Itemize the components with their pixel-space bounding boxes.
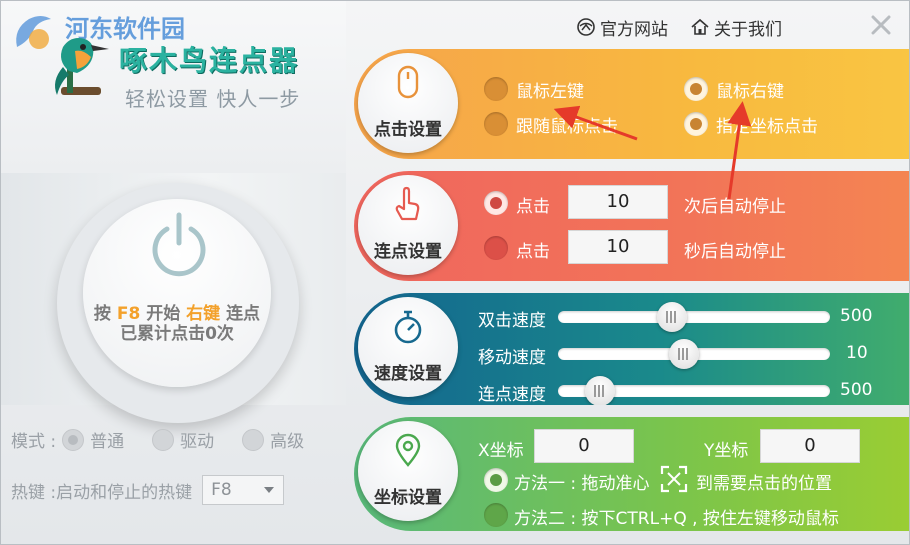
header-links: 官方网站 关于我们	[576, 13, 804, 41]
crosshair-icon[interactable]	[658, 463, 690, 495]
radio-normal[interactable]	[62, 428, 85, 451]
double-click-speed-label: 双击速度	[478, 311, 546, 331]
coordinate-settings-panel: 坐标设置 X坐标 0 Y坐标 0 方法一 : 拖动准心 到需要点击的位置 方法二…	[354, 417, 909, 531]
repeat-settings-panel: 连点设置 点击 10 次后自动停止 点击 10 秒后自动停止	[354, 171, 909, 281]
mode-option-normal[interactable]: 普通	[62, 427, 124, 452]
double-click-speed-thumb[interactable]	[657, 302, 688, 332]
official-site-label: 官方网站	[600, 19, 668, 40]
double-click-speed-slider[interactable]	[558, 311, 830, 323]
repeat-speed-label: 连点速度	[478, 385, 546, 405]
app-slogan: 轻松设置 快人一步	[125, 87, 301, 111]
method-two-text: 方法二 : 按下CTRL+Q , 按住左键移动鼠标	[514, 509, 839, 529]
mode-row: 模式 : 普通 驱动 高级	[11, 427, 332, 452]
chevron-down-icon	[264, 487, 275, 493]
repeat-settings-title: 连点设置	[374, 242, 442, 262]
repeat-speed-value: 500	[840, 380, 873, 400]
radio-left-button[interactable]	[484, 77, 508, 101]
method-one-text: 方法一 : 拖动准心	[514, 474, 650, 494]
radio-repeat-count[interactable]	[484, 191, 508, 215]
coordinate-settings-title: 坐标设置	[374, 488, 442, 508]
annotation-arrow-right	[727, 101, 752, 200]
speed-settings-badge: 速度设置	[358, 297, 458, 397]
hotkey-label: 热键 :启动和停止的热键	[11, 482, 193, 503]
repeat-seconds-label: 点击	[516, 242, 550, 262]
about-us-label: 关于我们	[714, 19, 782, 40]
woodpecker-logo-icon	[55, 38, 109, 95]
move-speed-thumb[interactable]	[669, 339, 700, 369]
click-settings-badge: 点击设置	[358, 53, 458, 153]
click-settings-title: 点击设置	[374, 120, 442, 140]
hotkey-row: 热键 :启动和停止的热键 F8	[11, 475, 285, 505]
official-site-link[interactable]: 官方网站	[576, 15, 668, 40]
radio-method-one[interactable]	[484, 468, 508, 492]
app-name: 啄木鸟连点器	[119, 44, 300, 77]
move-speed-value: 10	[846, 343, 868, 363]
stopwatch-icon	[394, 310, 422, 344]
speed-settings-panel: 速度设置 双击速度 500 移动速度 10 连点速度 500	[354, 293, 909, 405]
location-icon	[395, 433, 421, 467]
radio-advanced[interactable]	[242, 428, 265, 451]
mode-option-driver[interactable]: 驱动	[152, 427, 214, 452]
repeat-seconds-input[interactable]: 10	[568, 230, 668, 264]
repeat-count-label: 点击	[516, 197, 550, 217]
radio-right-button[interactable]	[684, 77, 708, 101]
power-icon	[152, 212, 206, 277]
y-coord-label: Y坐标	[704, 441, 749, 461]
double-click-speed-value: 500	[840, 306, 873, 326]
hotkey-value: F8	[211, 480, 232, 500]
radio-fixed-coord[interactable]	[684, 112, 708, 136]
repeat-count-input[interactable]: 10	[568, 185, 668, 219]
radio-driver[interactable]	[152, 428, 175, 451]
hotkey-select[interactable]: F8	[202, 475, 285, 505]
speed-settings-title: 速度设置	[374, 364, 442, 384]
move-speed-label: 移动速度	[478, 348, 546, 368]
y-coord-input[interactable]: 0	[760, 429, 860, 463]
mode-option-advanced[interactable]: 高级	[242, 427, 304, 452]
click-counter: 已累计点击0次	[120, 324, 234, 344]
mode-label: 模式 :	[11, 432, 57, 452]
home-icon	[691, 18, 709, 35]
repeat-settings-badge: 连点设置	[358, 175, 458, 275]
close-icon[interactable]	[867, 11, 895, 39]
app-window: 河东软件园 啄木鸟连点器 轻松设置 快人一步 官方网站 关于我们 按 F8 开始…	[0, 0, 910, 545]
radio-method-two[interactable]	[484, 503, 508, 527]
x-coord-label: X坐标	[478, 441, 524, 461]
x-coord-input[interactable]: 0	[534, 429, 634, 463]
radio-follow-mouse[interactable]	[484, 112, 508, 136]
coordinate-settings-badge: 坐标设置	[358, 421, 458, 521]
annotation-arrow-left	[553, 105, 638, 141]
method-one-suffix: 到需要点击的位置	[696, 474, 832, 494]
repeat-seconds-suffix: 秒后自动停止	[684, 242, 786, 262]
about-us-link[interactable]: 关于我们	[690, 15, 782, 40]
mouse-icon	[397, 65, 419, 99]
repeat-speed-thumb[interactable]	[584, 376, 615, 405]
site-icon	[577, 18, 595, 36]
finger-icon	[395, 186, 420, 221]
radio-repeat-seconds[interactable]	[484, 236, 508, 260]
